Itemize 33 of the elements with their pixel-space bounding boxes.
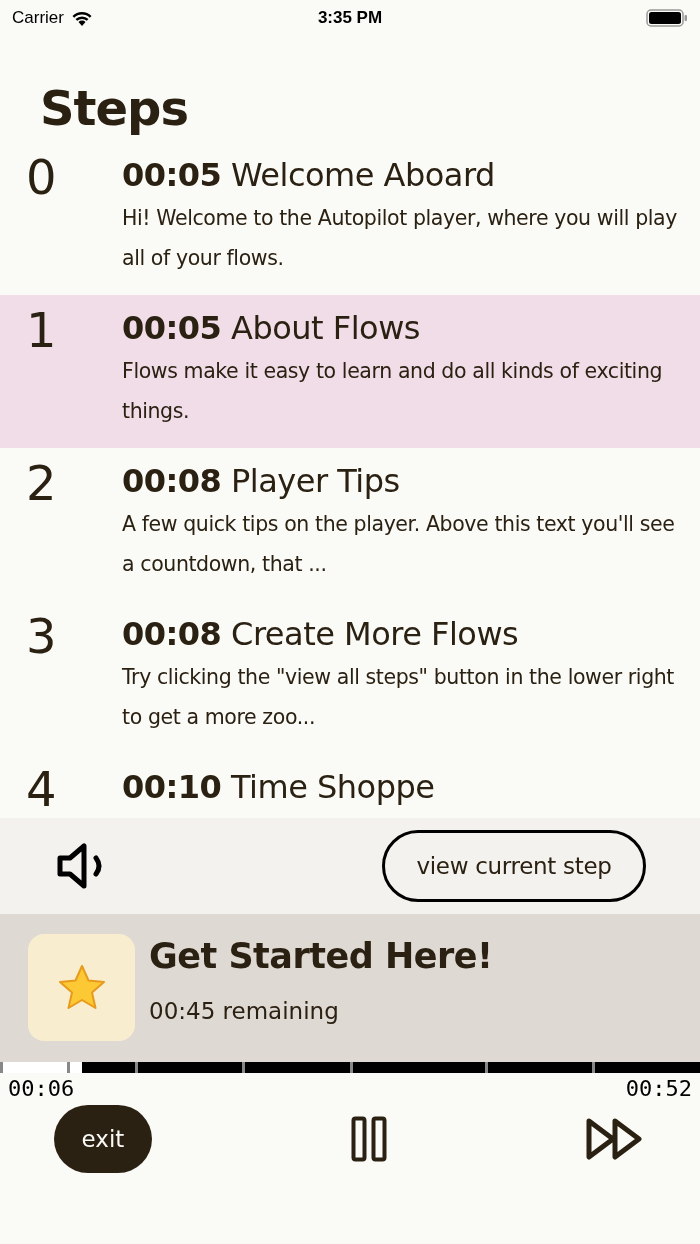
step-row[interactable]: 2 00:08 Player Tips A few quick tips on the player. Above this text you'll see a countdown, that ... <box>0 448 700 601</box>
step-number: 0 <box>26 152 58 207</box>
step-number: 3 <box>26 611 58 666</box>
total-time: 00:52 <box>625 1076 692 1101</box>
step-description: Flows make it easy to learn and do all kinds of exciting things. <box>122 358 664 425</box>
fast-forward-icon[interactable] <box>586 1118 644 1160</box>
elapsed-time: 00:06 <box>8 1076 75 1101</box>
remaining-time: 00:45 remaining <box>149 998 340 1024</box>
battery-icon <box>646 9 688 27</box>
step-title: 00:05 Welcome Aboard <box>122 155 496 196</box>
step-description: A few quick tips on the player. Above this text you'll see a countdown, that ... <box>122 511 676 578</box>
step-row[interactable]: 3 00:08 Create More Flows Try clicking the "view all steps" button in the lower right to get a more zoo... <box>0 601 700 754</box>
step-row[interactable]: 4 00:10 Time Shoppe <box>0 754 700 818</box>
step-number: 2 <box>26 458 58 513</box>
clock-time: 3:35 PM <box>317 8 383 27</box>
view-current-step-button[interactable]: view current step <box>382 830 646 902</box>
page-title: Steps <box>39 79 189 138</box>
step-title: 00:10 Time Shoppe <box>122 767 436 808</box>
carrier-label: Carrier <box>12 8 64 28</box>
step-description: Try clicking the "view all steps" button in the lower right to get a more zoo... <box>122 664 675 731</box>
step-title: 00:08 Player Tips <box>122 461 401 502</box>
pause-icon[interactable] <box>351 1116 387 1162</box>
step-row[interactable]: 1 00:05 About Flows Flows make it easy to learn and do all kinds of exciting things. <box>0 295 700 448</box>
step-row[interactable]: 0 00:05 Welcome Aboard Hi! Welcome to the Autopilot player, where you will play all of your flows. <box>0 142 700 295</box>
step-title: 00:05 About Flows <box>122 308 422 349</box>
exit-button[interactable]: exit <box>54 1105 152 1173</box>
step-title: 00:08 Create More Flows <box>122 614 520 655</box>
step-description: Hi! Welcome to the Autopilot player, where you will play all of your flows. <box>122 205 678 272</box>
flow-title: Get Started Here! <box>149 936 493 976</box>
star-icon <box>56 963 107 1012</box>
step-number: 1 <box>26 305 58 360</box>
progress-bar[interactable] <box>0 1062 700 1073</box>
step-number: 4 <box>26 764 58 818</box>
